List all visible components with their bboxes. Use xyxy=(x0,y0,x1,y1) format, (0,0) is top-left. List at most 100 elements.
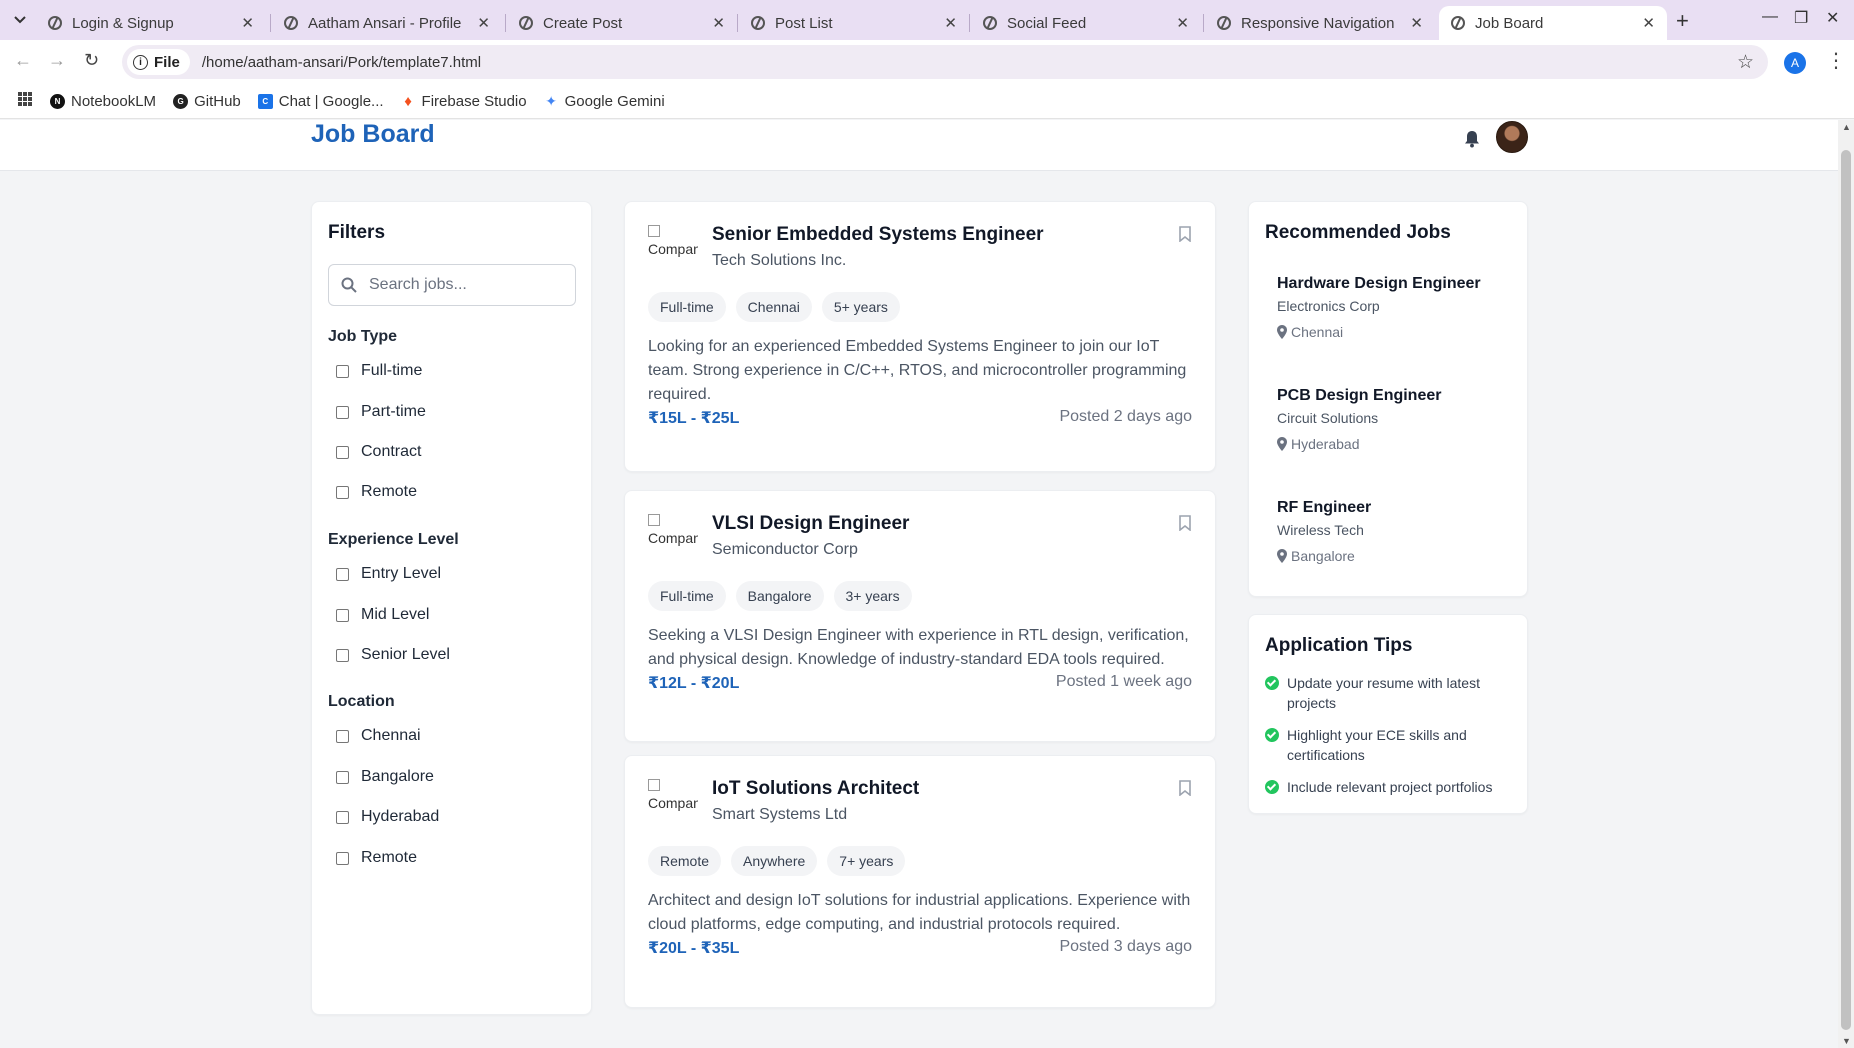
job-title[interactable]: Senior Embedded Systems Engineer xyxy=(712,224,1044,246)
profile-avatar[interactable]: A xyxy=(1784,52,1806,74)
job-type-heading: Job Type xyxy=(328,328,398,345)
back-arrow-icon[interactable]: ← xyxy=(14,50,32,71)
recommended-job-item[interactable]: Hardware Design Engineer Electronics Cor… xyxy=(1277,275,1517,340)
filter-option-hyderabad[interactable]: Hyderabad xyxy=(336,808,439,826)
checkbox[interactable] xyxy=(336,810,349,824)
checkbox[interactable] xyxy=(336,405,349,419)
checkbox[interactable] xyxy=(336,729,349,743)
browser-tab[interactable]: Aatham Ansari - Profile ✕ xyxy=(272,6,502,40)
page-viewport: Job Board Filters Job Type Full-time Par… xyxy=(0,120,1838,1048)
logo-alt-text: Company xyxy=(648,530,698,546)
browser-tab[interactable]: Social Feed ✕ xyxy=(971,6,1201,40)
reload-icon[interactable]: ↻ xyxy=(84,50,99,71)
browser-menu-icon[interactable]: ⋮ xyxy=(1826,48,1846,73)
bookmark-google-chat[interactable]: C Chat | Google... xyxy=(257,93,384,110)
job-description: Looking for an experienced Embedded Syst… xyxy=(648,338,1187,403)
minimize-button[interactable]: — xyxy=(1762,8,1778,26)
tip-text: Update your resume with latest projects xyxy=(1287,675,1480,711)
app-header: Job Board xyxy=(0,120,1838,171)
checkbox[interactable] xyxy=(336,364,349,378)
site-info-chip[interactable]: i File xyxy=(127,49,190,75)
checkbox[interactable] xyxy=(336,567,349,581)
apps-grid-icon[interactable] xyxy=(18,92,32,111)
recommended-job-item[interactable]: RF Engineer Wireless Tech Bangalore xyxy=(1277,499,1517,564)
scroll-up-arrow-icon[interactable]: ▲ xyxy=(1842,122,1851,132)
bookmark-star-icon[interactable]: ☆ xyxy=(1737,51,1754,74)
browser-tab[interactable]: Create Post ✕ xyxy=(507,6,737,40)
close-icon[interactable]: ✕ xyxy=(241,14,254,32)
recommended-job-item[interactable]: PCB Design Engineer Circuit Solutions Hy… xyxy=(1277,387,1517,452)
google-chat-icon: C xyxy=(257,94,273,109)
tag-location: Anywhere xyxy=(731,846,818,876)
filter-option-entry-level[interactable]: Entry Level xyxy=(336,565,441,583)
recommended-job-company: Circuit Solutions xyxy=(1277,410,1379,426)
recommended-job-title[interactable]: RF Engineer xyxy=(1277,499,1517,517)
checkbox[interactable] xyxy=(336,851,349,865)
bookmark-icon[interactable] xyxy=(1179,780,1191,796)
bookmark-gemini[interactable]: ✦ Google Gemini xyxy=(544,93,664,110)
grid-icon xyxy=(18,92,32,106)
filter-option-mid-level[interactable]: Mid Level xyxy=(336,606,429,624)
recommended-job-title[interactable]: PCB Design Engineer xyxy=(1277,387,1517,405)
bookmark-icon[interactable] xyxy=(1179,226,1191,242)
job-card[interactable]: Company Senior Embedded Systems Engineer… xyxy=(624,201,1216,472)
forward-arrow-icon[interactable]: → xyxy=(48,50,66,71)
new-tab-button[interactable]: + xyxy=(1676,8,1689,34)
recommended-job-title[interactable]: Hardware Design Engineer xyxy=(1277,275,1517,293)
bookmark-notebooklm[interactable]: N NotebookLM xyxy=(50,93,156,110)
filter-option-senior-level[interactable]: Senior Level xyxy=(336,646,450,664)
bookmark-github[interactable]: G GitHub xyxy=(173,93,241,110)
brand-title[interactable]: Job Board xyxy=(311,120,435,149)
job-card[interactable]: Company VLSI Design Engineer Semiconduct… xyxy=(624,490,1216,742)
bookmark-icon[interactable] xyxy=(1179,515,1191,531)
filter-option-part-time[interactable]: Part-time xyxy=(336,403,426,421)
filter-option-remote-location[interactable]: Remote xyxy=(336,849,417,867)
posted-date: Posted 3 days ago xyxy=(1059,938,1192,955)
filter-option-contract[interactable]: Contract xyxy=(336,443,421,461)
close-icon[interactable]: ✕ xyxy=(944,14,957,32)
close-window-button[interactable]: ✕ xyxy=(1826,8,1839,28)
filter-option-bangalore[interactable]: Bangalore xyxy=(336,768,434,786)
url-text[interactable]: /home/aatham-ansari/Pork/template7.html xyxy=(202,54,481,71)
browser-tab-active[interactable]: Job Board ✕ xyxy=(1439,6,1667,40)
checkbox[interactable] xyxy=(336,608,349,622)
close-icon[interactable]: ✕ xyxy=(712,14,725,32)
close-icon[interactable]: ✕ xyxy=(1176,14,1189,32)
globe-icon xyxy=(48,16,62,30)
close-icon[interactable]: ✕ xyxy=(1410,14,1423,32)
search-input[interactable] xyxy=(369,276,559,294)
filter-option-full-time[interactable]: Full-time xyxy=(336,362,422,380)
job-title[interactable]: VLSI Design Engineer xyxy=(712,513,909,535)
browser-tab[interactable]: Post List ✕ xyxy=(739,6,969,40)
close-icon[interactable]: ✕ xyxy=(1642,14,1655,32)
scroll-down-arrow-icon[interactable]: ▼ xyxy=(1842,1036,1851,1046)
filter-option-remote[interactable]: Remote xyxy=(336,483,417,501)
address-bar[interactable]: i File /home/aatham-ansari/Pork/template… xyxy=(122,45,1768,79)
checkbox[interactable] xyxy=(336,445,349,459)
browser-tab[interactable]: Login & Signup ✕ xyxy=(36,6,266,40)
close-icon[interactable]: ✕ xyxy=(477,14,490,32)
tag-experience: 3+ years xyxy=(833,581,912,611)
option-label: Full-time xyxy=(361,362,423,379)
location-pin-icon xyxy=(1277,437,1287,451)
job-card[interactable]: Company IoT Solutions Architect Smart Sy… xyxy=(624,755,1216,1008)
scrollbar-thumb[interactable] xyxy=(1841,150,1851,1030)
tab-search-button[interactable] xyxy=(8,8,32,32)
page-scrollbar[interactable]: ▲ ▼ xyxy=(1838,120,1854,1048)
notebooklm-icon: N xyxy=(50,94,65,109)
user-avatar[interactable] xyxy=(1496,121,1528,153)
bookmark-firebase[interactable]: ♦ Firebase Studio xyxy=(401,93,526,110)
checkbox[interactable] xyxy=(336,485,349,499)
tag-job-type: Remote xyxy=(648,846,722,876)
check-circle-icon xyxy=(1265,676,1279,690)
restore-button[interactable]: ❐ xyxy=(1794,8,1808,28)
company-name: Tech Solutions Inc. xyxy=(712,252,847,269)
job-title[interactable]: IoT Solutions Architect xyxy=(712,778,919,800)
checkbox[interactable] xyxy=(336,648,349,662)
filter-option-chennai[interactable]: Chennai xyxy=(336,727,421,745)
checkbox[interactable] xyxy=(336,770,349,784)
search-box[interactable] xyxy=(328,264,576,306)
browser-tab[interactable]: Responsive Navigation ✕ xyxy=(1205,6,1435,40)
option-label: Chennai xyxy=(361,727,421,744)
bell-icon[interactable] xyxy=(1464,130,1480,148)
